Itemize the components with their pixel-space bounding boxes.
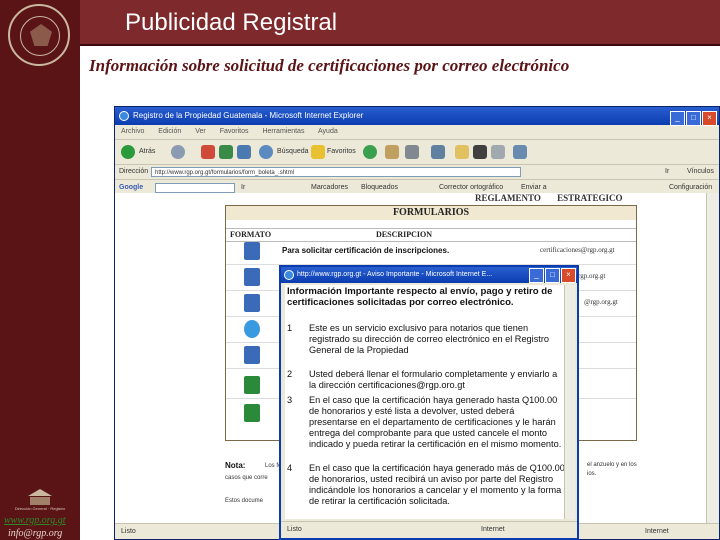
messenger-icon[interactable] [473,145,487,159]
back-label[interactable]: Atrás [139,148,155,155]
aviso-importante-popup: http://www.rgp.org.gt - Aviso Importante… [279,265,579,540]
row2-email[interactable]: rgp.org.gt [578,272,605,280]
item-number: 1 [287,323,293,333]
nav-estrategico[interactable]: ESTRATEGICO [557,193,622,203]
print-icon[interactable] [405,145,419,159]
header-divider [80,44,720,46]
maximize-button[interactable]: □ [686,111,701,126]
word-doc-icon[interactable] [244,242,260,260]
word-doc-icon[interactable] [244,346,260,364]
ie-icon [284,270,294,280]
browser-menu-bar: Archivo Edición Ver Favoritos Herramient… [115,125,719,140]
menu-ayuda[interactable]: Ayuda [318,128,338,135]
favorites-label[interactable]: Favoritos [327,148,356,155]
registro-logo-icon [28,489,52,505]
menu-herramientas[interactable]: Herramientas [262,128,304,135]
browser-title: Registro de la Propiedad Guatemala - Mic… [133,111,364,120]
ie-page-icon[interactable] [244,320,260,338]
footer-email: info@rgp.org [8,528,63,539]
address-label: Dirección [119,168,149,175]
popup-close-button[interactable]: × [561,268,576,283]
search-label[interactable]: Búsqueda [277,148,309,155]
header-bar: Publicidad Registral [80,0,720,44]
item-text: Este es un servicio exclusivo para notar… [309,323,550,355]
menu-ver[interactable]: Ver [195,128,206,135]
nota-label: Nota: [225,461,246,470]
search-icon[interactable] [259,145,273,159]
item-text: En el caso que la certificación haya gen… [309,463,565,506]
tools-icon[interactable] [513,145,527,159]
go-button[interactable]: Ir [665,165,669,179]
row1-email[interactable]: certificaciones@rgp.org.gt [540,246,615,254]
page-scrollbar[interactable] [706,193,719,539]
word-doc-icon[interactable] [244,294,260,312]
nav-reglamento[interactable]: REGLAMENTO ESTRATEGICO [475,193,622,203]
popup-title: http://www.rgp.org.gt - Aviso Importante… [297,271,493,278]
ie-icon [119,111,129,121]
formularios-title: FORMULARIOS [226,206,636,220]
estos-text: Estos docume [225,498,264,504]
table-header: FORMATO DESCRIPCION [226,228,636,242]
slide-subtitle: Información sobre solicitud de certifica… [89,56,570,75]
home-icon[interactable] [237,145,251,159]
popup-maximize-button[interactable]: □ [545,268,560,283]
popup-minimize-button[interactable]: _ [529,268,544,283]
item-number: 3 [287,395,293,405]
word-doc-icon[interactable] [244,268,260,286]
item-text: Usted deberá llenar el formulario comple… [309,369,558,390]
close-button[interactable]: × [702,111,717,126]
popup-status-zone: Internet [481,526,505,533]
stop-icon[interactable] [201,145,215,159]
menu-edicion[interactable]: Edición [158,128,181,135]
page-title: Publicidad Registral [125,9,338,36]
popup-status-bar: Listo Internet [281,521,577,538]
mail-icon[interactable] [385,145,399,159]
google-search-input[interactable] [155,183,235,193]
excel-doc-icon[interactable] [244,376,260,394]
menu-favoritos[interactable]: Favoritos [220,128,249,135]
item-number: 2 [287,369,293,379]
edit-icon[interactable] [431,145,445,159]
row1-description[interactable]: Para solicitar certificación de inscripc… [282,246,449,255]
item-number: 4 [287,463,293,473]
history-icon[interactable] [363,145,377,159]
minimize-button[interactable]: _ [670,111,685,126]
logo-caption: Dirección General · Registro [14,506,66,511]
footer-url-link[interactable]: www.rgp.org.gt [4,515,66,526]
forward-arrow-icon[interactable] [171,145,185,159]
item-text: En el caso que la certificación haya gen… [309,395,562,449]
back-arrow-icon[interactable] [121,145,135,159]
address-input[interactable]: http://www.rgp.org.gt/formularios/form_b… [151,167,521,177]
row3-email[interactable]: @rgp.org.gt [584,298,618,306]
nota-right-text: el anzuelo y en los ios. [587,462,637,477]
browser-toolbar: Atrás Búsqueda Favoritos [115,140,719,165]
browser-title-bar: Registro de la Propiedad Guatemala - Mic… [115,107,719,126]
excel-doc-icon[interactable] [244,404,260,422]
col-descripcion: DESCRIPCION [376,230,433,239]
guatemala-seal-icon [8,4,70,66]
favorites-star-icon[interactable] [311,145,325,159]
col-formato: FORMATO [230,230,272,239]
popup-title-bar: http://www.rgp.org.gt - Aviso Importante… [281,267,577,283]
status-zone: Internet [645,528,669,535]
popup-scrollbar[interactable] [564,285,575,519]
refresh-icon[interactable] [219,145,233,159]
popup-heading: Información Importante respecto al envío… [287,286,553,308]
sidebar: Dirección General · Registro www.rgp.org… [0,0,80,540]
status-text: Listo [121,528,136,535]
casos-text: casos que corre [225,475,268,481]
links-label[interactable]: Vínculos [687,165,714,179]
menu-archivo[interactable]: Archivo [121,128,144,135]
research-icon[interactable] [491,145,505,159]
popup-status-text: Listo [287,526,302,533]
folder-icon[interactable] [455,145,469,159]
address-bar: Dirección http://www.rgp.org.gt/formular… [115,165,719,180]
google-logo: Google [119,184,144,191]
popup-content: Información Importante respecto al envío… [285,285,569,519]
